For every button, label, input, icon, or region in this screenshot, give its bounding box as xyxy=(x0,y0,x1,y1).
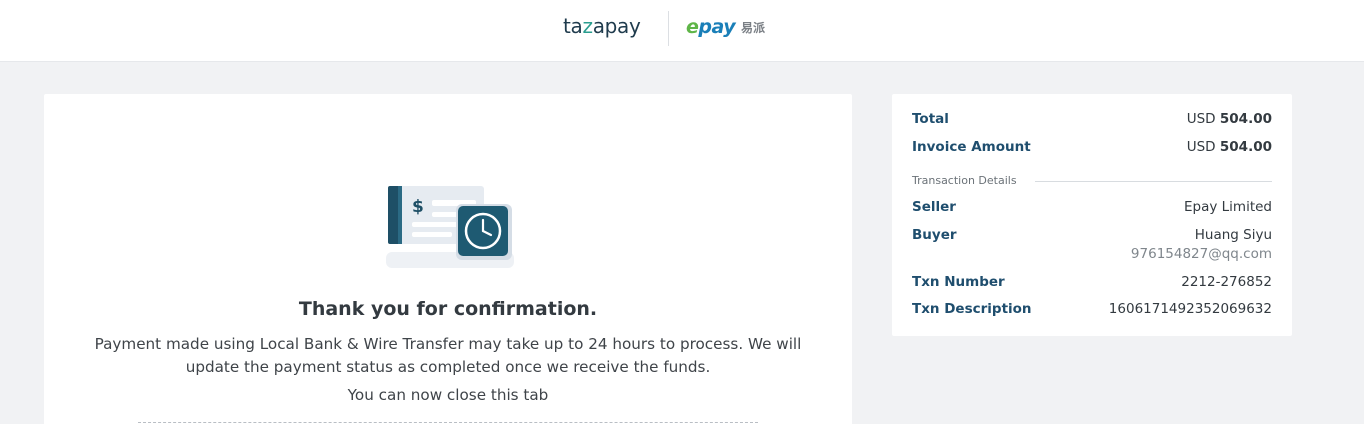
transaction-details-heading: Transaction Details xyxy=(912,174,1017,187)
epay-logo: epay xyxy=(686,16,736,38)
order-summary-card xyxy=(892,94,1292,336)
close-tab-note: You can now close this tab xyxy=(347,386,549,404)
txn-description-value: 1606171492352069632 xyxy=(1108,301,1272,317)
total-label: Total xyxy=(912,111,949,127)
confirmation-title: Thank you for confirmation. xyxy=(298,298,598,320)
total-value: 504.00 xyxy=(1219,111,1272,127)
dashed-divider xyxy=(138,422,758,423)
invoice-amount: USD 504.00 xyxy=(1187,139,1272,155)
seller-label: Seller xyxy=(912,199,956,215)
section-divider xyxy=(1035,181,1272,182)
brand-divider xyxy=(668,11,669,46)
total-currency: USD xyxy=(1186,111,1216,127)
buyer-name: Huang Siyu xyxy=(1194,227,1272,243)
invoice-amount-label: Invoice Amount xyxy=(912,139,1031,155)
txn-number-value: 2212-276852 xyxy=(1181,274,1272,290)
svg-text:$: $ xyxy=(412,197,424,217)
invoice-value: 504.00 xyxy=(1219,139,1272,155)
epay-logo-chinese: 易派 xyxy=(741,21,766,35)
txn-number-label: Txn Number xyxy=(912,274,1005,290)
bank-transfer-clock-icon: $ xyxy=(386,186,514,268)
txn-description-label: Txn Description xyxy=(912,301,1032,317)
confirmation-message: Payment made using Local Bank & Wire Tra… xyxy=(94,335,802,376)
tazapay-logo: tazapay xyxy=(563,14,641,38)
total-amount: USD 504.00 xyxy=(1187,111,1272,127)
top-bar: tazapay epay 易派 xyxy=(0,0,1364,62)
seller-value: Epay Limited xyxy=(1184,199,1272,215)
invoice-currency: USD xyxy=(1186,139,1216,155)
buyer-label: Buyer xyxy=(912,227,957,243)
buyer-email: 976154827@qq.com xyxy=(1130,246,1272,262)
